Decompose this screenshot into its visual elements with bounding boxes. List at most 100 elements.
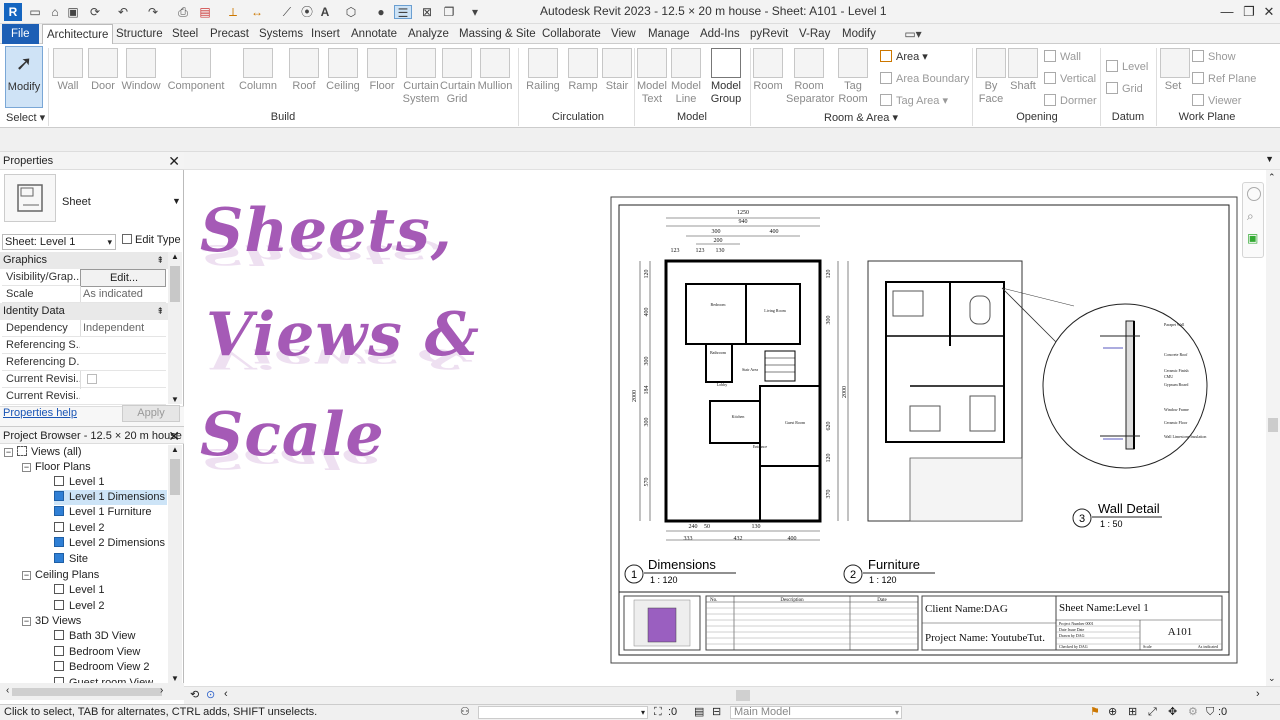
tab-architecture[interactable]: Architecture — [42, 24, 114, 44]
filter-count-icon[interactable]: ⛉ — [1206, 705, 1214, 720]
scroll-left-icon[interactable]: ‹ — [6, 685, 9, 696]
tag-area-button[interactable]: Tag Area ▾ — [880, 94, 948, 107]
room-button[interactable]: Room — [752, 46, 784, 108]
collapse-icon[interactable]: − — [4, 448, 13, 457]
scroll-down-icon[interactable]: ⌄ — [1268, 673, 1276, 684]
ribbon-toggle-icon[interactable]: ▭▾ — [902, 27, 924, 41]
scroll-left-icon[interactable]: ‹ — [224, 688, 228, 700]
current-revision-value[interactable] — [80, 371, 166, 389]
roof-button[interactable]: Roof — [288, 46, 320, 108]
tabs-menu-icon[interactable]: ▼ — [1265, 154, 1274, 164]
text-icon[interactable]: A — [318, 5, 332, 19]
tab-modify[interactable]: Modify — [838, 24, 880, 44]
zoom-icon[interactable]: ⌕ — [1247, 209, 1254, 224]
print-icon[interactable]: ⎙ — [176, 5, 190, 19]
grid-button[interactable]: Grid — [1106, 82, 1143, 95]
room-separator-button[interactable]: Room Separator — [786, 46, 834, 108]
tree-group-floor-plans[interactable]: − Floor Plans — [22, 460, 91, 475]
instance-selector[interactable]: Sheet: Level 1 ▾ — [2, 234, 116, 250]
show-work-plane-button[interactable]: Show — [1192, 50, 1236, 63]
customize-qat-icon[interactable]: ▾ — [468, 5, 482, 19]
tab-collaborate[interactable]: Collaborate — [538, 24, 605, 44]
checkbox[interactable] — [87, 374, 97, 384]
stair-button[interactable]: Stair — [602, 46, 632, 108]
close-icon[interactable]: ✕ — [168, 152, 180, 170]
model-group-button[interactable]: Model Group — [706, 46, 746, 108]
scroll-thumb[interactable] — [12, 688, 162, 696]
select-panel-label[interactable]: Select ▾ — [2, 111, 46, 127]
ramp-button[interactable]: Ramp — [566, 46, 600, 108]
minimize-icon[interactable]: — — [1216, 2, 1238, 22]
links-icon[interactable]: ⚑ — [1090, 705, 1100, 720]
section-identity-data[interactable]: Identity Data ⇞ — [0, 303, 168, 320]
background-processes-icon[interactable]: ⚙ — [1188, 705, 1198, 720]
select-by-face-icon[interactable]: ⤢ — [1148, 705, 1157, 720]
tab-structure[interactable]: Structure — [112, 24, 167, 44]
underlay-icon[interactable]: ⊞ — [1128, 705, 1137, 720]
scroll-down-icon[interactable]: ▼ — [168, 674, 182, 683]
tab-insert[interactable]: Insert — [307, 24, 344, 44]
model-text-button[interactable]: Model Text — [636, 46, 668, 108]
zoom-region-icon[interactable]: ▣ — [1247, 231, 1258, 245]
browser-hscroll[interactable]: ‹ › — [0, 684, 184, 700]
save-icon[interactable]: ▣ — [66, 5, 80, 19]
ref-plane-button[interactable]: Ref Plane — [1192, 72, 1256, 85]
tree-item-bath-3d[interactable]: Bath 3D View — [54, 629, 135, 644]
measure-icon[interactable]: ⟂ — [226, 5, 240, 19]
modify-button[interactable]: ➚ Modify — [5, 46, 43, 108]
collapse-icon[interactable]: − — [22, 463, 31, 472]
scroll-down-icon[interactable]: ▼ — [168, 395, 182, 404]
scroll-right-icon[interactable]: › — [1256, 688, 1260, 700]
door-button[interactable]: Door — [88, 46, 118, 108]
tab-view[interactable]: View — [607, 24, 640, 44]
area-boundary-button[interactable]: Area Boundary — [880, 72, 969, 85]
dimension-icon[interactable]: ↔ — [250, 5, 264, 19]
properties-help-link[interactable]: Properties help — [3, 407, 77, 419]
workset-dropdown[interactable]: ▾ — [478, 706, 648, 719]
tag-icon[interactable]: ⦿ — [300, 5, 314, 19]
restore-icon[interactable]: ❐ — [1238, 2, 1260, 22]
tab-massing-site[interactable]: Massing & Site — [455, 24, 540, 44]
sync-icon[interactable]: ⟳ — [88, 5, 102, 19]
scroll-right-icon[interactable]: › — [160, 685, 163, 696]
sheet-a101[interactable]: 1250 940 300 400 200 130 123 123 2000 12… — [610, 196, 1238, 664]
wall-opening-button[interactable]: Wall — [1044, 50, 1081, 63]
room-area-panel-label[interactable]: Room & Area ▾ — [752, 111, 970, 127]
tab-systems[interactable]: Systems — [255, 24, 307, 44]
open-folder-icon[interactable]: ⌂ — [48, 5, 62, 19]
main-model-dropdown[interactable]: Main Model ▾ — [730, 706, 902, 719]
filter-icon[interactable]: ⛶ — [654, 705, 662, 720]
wall-detail-view[interactable]: Parapet Wall Concrete Roof Ceramic Finis… — [1042, 303, 1208, 469]
level-button[interactable]: Level — [1106, 60, 1148, 73]
ceiling-button[interactable]: Ceiling — [324, 46, 362, 108]
browser-scrollbar[interactable]: ▲ ▼ — [168, 445, 182, 683]
export-pdf-icon[interactable]: ▤ — [198, 5, 212, 19]
mullion-button[interactable]: Mullion — [476, 46, 514, 108]
collapse-icon[interactable]: − — [22, 571, 31, 580]
edit-type-button[interactable]: Edit Type — [122, 234, 181, 246]
canvas-vscroll[interactable]: ⌃ ⌄ — [1266, 170, 1280, 686]
curtain-grid-button[interactable]: Curtain Grid — [440, 46, 475, 108]
view-control-icon[interactable]: ⟲ — [190, 688, 199, 701]
tree-item-bedroom-view-2[interactable]: Bedroom View 2 — [54, 660, 150, 675]
floor-button[interactable]: Floor — [366, 46, 398, 108]
redo-icon[interactable]: ↷ — [146, 5, 160, 19]
tree-item-level-2-dimensions[interactable]: Level 2 Dimensions — [54, 536, 165, 551]
tree-item-level-1[interactable]: Level 1 — [54, 475, 104, 490]
dormer-button[interactable]: Dormer — [1044, 94, 1097, 107]
3d-view-icon[interactable]: ⬡ — [344, 5, 358, 19]
close-window-icon[interactable]: ✕ — [1258, 2, 1280, 22]
tab-analyze[interactable]: Analyze — [404, 24, 453, 44]
title-block[interactable]: No. Description Date Client Name:DAG Pro… — [619, 591, 1229, 651]
furniture-plan-view[interactable] — [867, 260, 1023, 522]
reveal-icon[interactable]: ⊙ — [206, 688, 215, 701]
worksets-icon[interactable]: ⚇ — [460, 705, 470, 720]
tree-item-ceiling-level-2[interactable]: Level 2 — [54, 599, 104, 614]
model-line-button[interactable]: Model Line — [670, 46, 702, 108]
tree-root-views[interactable]: − Views (all) — [4, 445, 82, 460]
tree-item-site[interactable]: Site — [54, 552, 88, 567]
viewer-button[interactable]: Viewer — [1192, 94, 1241, 107]
pinned-icon[interactable]: ⊕ — [1108, 705, 1117, 720]
curtain-system-button[interactable]: Curtain System — [402, 46, 440, 108]
component-button[interactable]: Component — [166, 46, 226, 108]
